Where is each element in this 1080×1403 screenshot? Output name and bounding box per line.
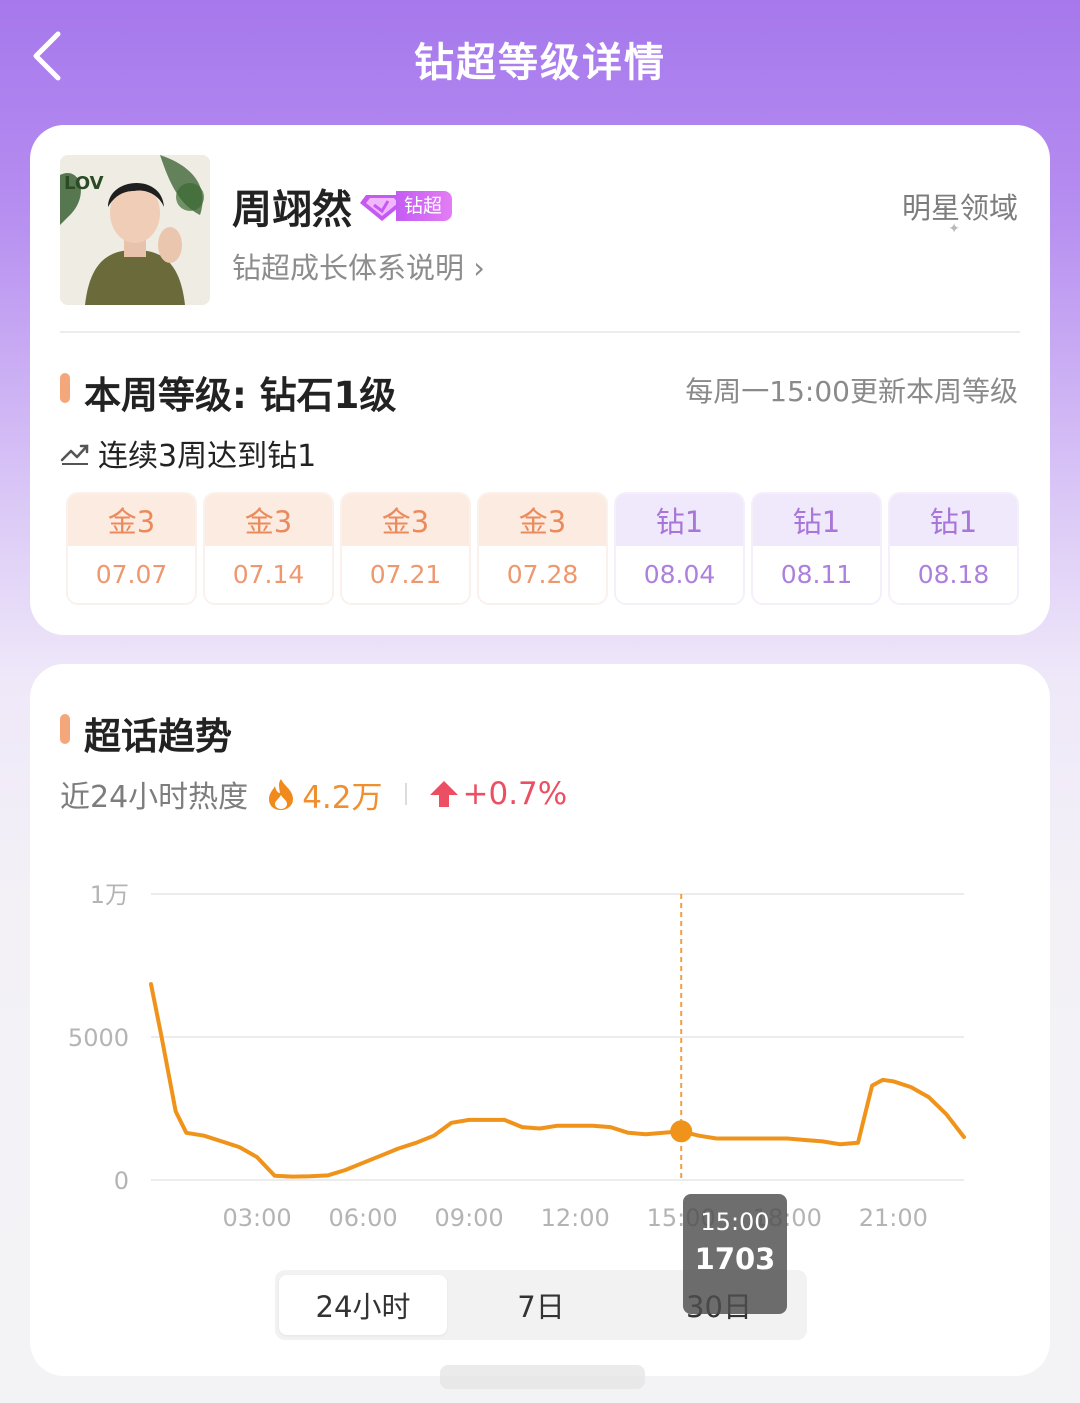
week-date: 08.11 [753, 546, 880, 603]
trend-chart[interactable]: 050001万03:00 06:00 09:00 12:00 15:00 18:00 21:… [30, 844, 1050, 1244]
week-level-tile: 金3 07.07 [68, 494, 195, 603]
week-date: 07.07 [68, 546, 195, 603]
x-tick-label: 09:00 [435, 1204, 504, 1232]
home-indicator [440, 1365, 645, 1389]
trend-up-icon [60, 444, 89, 465]
section-marker [60, 714, 70, 744]
week-level-tile: 金3 07.21 [342, 494, 469, 603]
weekly-level-history: 金3 07.07 金3 07.14 金3 07.21 金3 07.28 钻1 08.04 钻1 08.… [68, 494, 1017, 603]
week-date: 07.28 [479, 546, 606, 603]
trend-card: 超话趋势 近24小时热度 4.2万 +0.7% 0 5000 1万 03:00 06:0… [30, 664, 1050, 1376]
series-line [149, 982, 966, 1179]
x-tick-label: 06:00 [329, 1204, 398, 1232]
week-level: 钻1 [753, 494, 880, 546]
heat-label: 近24小时热度 [60, 780, 249, 815]
tooltip-time: 15:00 [700, 1208, 770, 1236]
top-bar: 钻超等级详情 [0, 0, 1080, 115]
tab-7d[interactable]: 7日 [457, 1275, 625, 1335]
level-card: LOV 周翊然 钻超 钻超成长体系说明 › 明星领域 ✦ 本周等级: 钻石1级 … [30, 125, 1050, 635]
week-level-tile: 金3 07.14 [205, 494, 332, 603]
week-level: 金3 [479, 494, 606, 546]
weekly-level-title: 本周等级: 钻石1级 [84, 374, 397, 417]
chart-tooltip: 15:00 1703 [683, 1194, 787, 1314]
star-name: 周翊然 [232, 187, 352, 233]
page-title: 钻超等级详情 [414, 40, 666, 86]
week-level-tile: 钻1 08.11 [753, 494, 880, 603]
heat-summary: 近24小时热度 4.2万 +0.7% [60, 774, 568, 816]
avatar-image: LOV [60, 155, 210, 305]
week-date: 08.18 [890, 546, 1017, 603]
diamond-super-badge: 钻超 [360, 189, 453, 223]
heat-change: +0.7% [462, 776, 568, 812]
section-marker [60, 373, 70, 403]
arrow-up-icon [429, 781, 458, 807]
fire-icon [269, 779, 294, 810]
y-tick-label: 1万 [90, 881, 129, 909]
week-level: 钻1 [890, 494, 1017, 546]
highlight-point [670, 1120, 693, 1143]
y-tick-label: 5000 [68, 1024, 129, 1052]
streak-row: 连续3周达到钻1 [60, 431, 316, 475]
streak-text: 连续3周达到钻1 [98, 439, 317, 474]
week-level: 钻1 [616, 494, 743, 546]
x-tick-label: 03:00 [222, 1204, 291, 1232]
week-level: 金3 [342, 494, 469, 546]
x-tick-label: 12:00 [541, 1204, 610, 1232]
avatar[interactable]: LOV [60, 155, 210, 305]
sparkle-icon: ✦ [948, 221, 960, 237]
week-level-tile: 钻1 08.04 [616, 494, 743, 603]
separator [404, 783, 407, 805]
tooltip-value: 1703 [694, 1242, 776, 1276]
week-date: 07.14 [205, 546, 332, 603]
tab-24h[interactable]: 24小时 [279, 1275, 447, 1335]
week-level-tile: 金3 07.28 [479, 494, 606, 603]
heat-value: 4.2万 [302, 779, 383, 816]
x-tick-label: 21:00 [859, 1204, 928, 1232]
divider [60, 331, 1020, 333]
growth-system-link[interactable]: 钻超成长体系说明 › [232, 245, 485, 287]
badge-label: 钻超 [396, 191, 453, 221]
week-date: 08.04 [616, 546, 743, 603]
trend-title: 超话趋势 [84, 715, 232, 758]
y-tick-label: 0 [114, 1167, 129, 1195]
week-level-tile: 钻1 08.18 [890, 494, 1017, 603]
update-note: 每周一15:00更新本周等级 [685, 375, 1018, 408]
week-level: 金3 [205, 494, 332, 546]
week-level: 金3 [68, 494, 195, 546]
svg-text:LOV: LOV [64, 173, 104, 194]
week-date: 07.21 [342, 546, 469, 603]
